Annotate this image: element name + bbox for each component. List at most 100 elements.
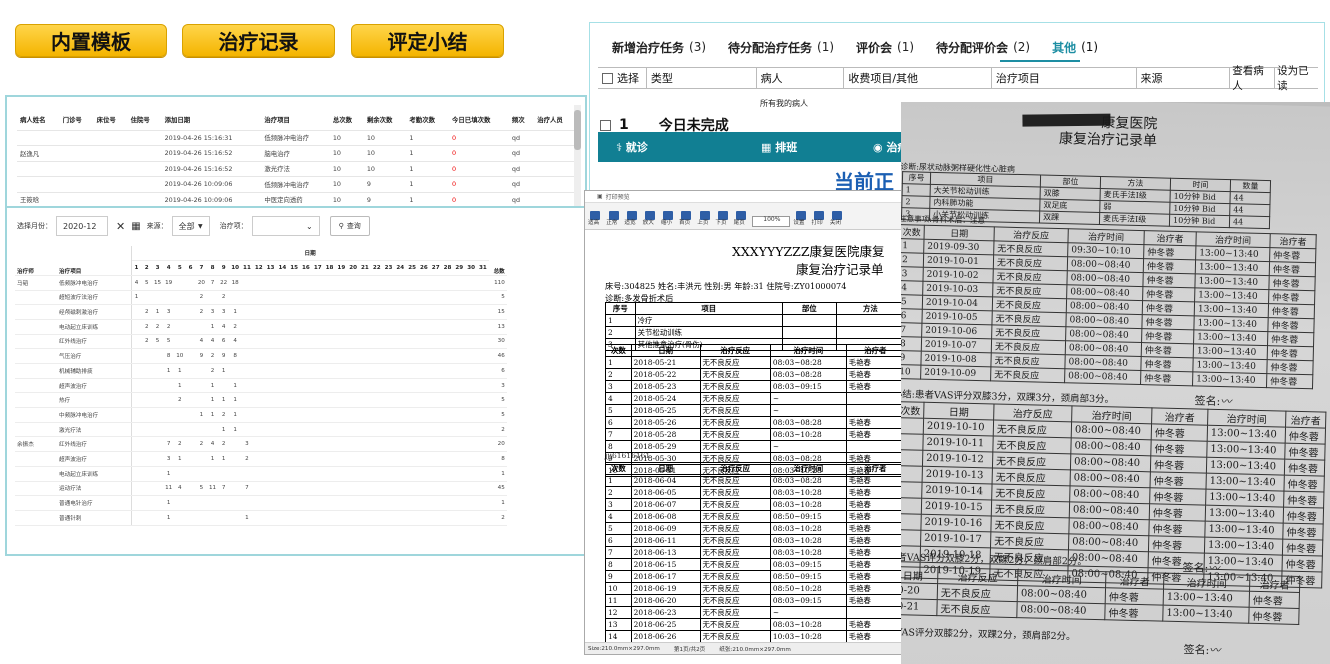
select-all-checkbox[interactable] [602,72,613,84]
task-tab[interactable]: 待分配评价会 [936,39,1008,56]
toolbar-button[interactable]: 缩小 [661,211,676,227]
month-input[interactable]: 2020-12 [56,216,108,236]
day-cell [370,392,383,409]
day-cell [185,495,196,511]
toolbar-button[interactable]: 尾页 [734,211,749,227]
nav-schedule[interactable]: ▦ 排班 [693,139,873,155]
table-row[interactable]: 2019-04-26 15:16:52 激光疗法 10 10 1 0 qd [17,160,577,177]
day-cell: 1 [218,451,230,467]
day-cell: 1 [174,378,186,394]
day-cell [241,290,253,306]
day-cell [429,275,442,291]
task-tab[interactable]: 其他 [1052,39,1076,56]
treatment-list-scrollbar[interactable] [574,105,581,209]
day-cell [131,466,142,482]
task-tab[interactable]: 新增治疗任务 [612,39,684,56]
table-row: 电动起立床训练 1 1 [15,466,507,482]
table-cell [93,176,128,192]
tab-evaluation-summary[interactable]: 评定小结 [351,24,504,57]
table-cell: 08:00~08:40 [1070,437,1152,456]
table-cell: 1 [901,238,925,254]
table-cell: 2019-10-10 [923,418,994,436]
toolbar-button[interactable]: 设置 [793,211,808,227]
toolbar-button[interactable]: 首页 [679,211,694,227]
item-select[interactable]: ⌄ [251,216,320,236]
table-row[interactable]: 2019-04-26 10:09:06 低频脉冲电治疗 10 9 1 0 qd [17,176,577,192]
table-cell: 10 [901,364,921,380]
table-cell: 2018-05-25 [630,404,701,417]
table-cell: 2 [901,195,931,209]
clear-x-icon[interactable]: ✕ [116,220,125,233]
total-cell: 2 [488,422,507,438]
day-cell [347,290,360,306]
column-type: 类型 [645,68,756,88]
table-row[interactable]: 2019-04-26 15:16:31 低频脉冲电治疗 10 10 1 0 qd [17,129,577,146]
day-cell [347,451,360,467]
task-tabs: 新增治疗任务 (3) 待分配治疗任务 (1) 评价会 (1) 待分配评价会 (2) 其他 (1) [612,37,1120,57]
source-label: 来源： [146,222,168,230]
column-header: 门诊号 [62,115,82,124]
select-all-column[interactable]: 选择 [598,68,646,88]
day-header: 31 [476,260,489,276]
day-cell [195,363,207,379]
column-header: 治疗时间 [1071,405,1152,424]
table-cell: 仲冬蓉 [1142,286,1195,302]
table-cell: 仲冬蓉 [1283,507,1324,525]
query-button-label: 查询 [346,222,361,230]
day-cell [131,392,142,409]
row-checkbox[interactable] [600,119,611,131]
total-cell: 5 [488,290,507,306]
day-cell: 6 [218,334,230,350]
day-cell [252,510,265,526]
table-cell: 低频脉冲电治疗 [261,129,330,146]
table-cell: 毛艳春 [845,558,905,571]
toolbar-button[interactable]: 上页 [697,211,712,227]
day-cell: 8 [163,348,175,364]
table-cell: 脑电治疗 [261,145,330,161]
task-tab[interactable]: 待分配治疗任务 [728,39,812,56]
toolbar-button[interactable]: 放大 [643,211,658,227]
tab-builtin-template[interactable]: 内置模板 [15,24,167,57]
toolbar-button-label: 放大 [642,220,654,227]
table-cell: 2018-05-21 [630,356,701,369]
day-cell [229,290,242,306]
nav-visit[interactable]: ⚕ 就诊 [598,139,693,155]
query-button[interactable]: ⚲ 查询 [329,216,370,236]
toolbar-button[interactable]: 关闭 [830,211,845,227]
column-header: 治疗项目 [264,115,290,124]
table-cell: 仲冬蓉 [1268,275,1316,291]
day-cell [453,510,466,526]
toolbar-button[interactable]: 适宽 [624,211,639,227]
toolbar-button[interactable]: 适高 [588,211,603,227]
table-row[interactable]: 赵逸凡 2019-04-26 15:16:52 脑电治疗 10 10 1 0 qd [17,145,577,161]
task-tab[interactable]: 评价会 [856,39,892,56]
day-cell [382,451,395,467]
table-cell: 无不良反应 [699,440,771,453]
table-row: 运动疗法 11 4 5 11 7 7 45 [15,481,507,497]
table-cell [845,606,905,619]
toolbar-button[interactable]: 正常 [606,211,621,227]
day-cell [394,319,407,335]
tab-treatment-record[interactable]: 治疗记录 [182,24,335,57]
column-header: 治疗人员 [537,115,563,124]
table-cell: 08:00~08:40 [1070,469,1151,488]
day-cell [465,407,477,423]
table-cell: 无不良反应 [699,558,771,571]
day-cell [335,510,348,526]
toolbar-button[interactable]: 下页 [715,211,730,227]
day-cell [453,319,466,335]
day-cell: 18 [229,275,242,291]
table-cell: 08:03~08:28 [769,368,847,381]
month-label: 选择月份： [17,222,52,230]
day-cell [418,451,430,467]
day-cell [252,451,265,467]
source-select[interactable]: 全部 ▼ [171,216,210,236]
day-cell [394,275,407,291]
paper-summary-3: 者VAS评分双膝2分，双踝2分，颈肩部2分。 [901,626,1076,643]
zoom-select[interactable]: 100% [751,216,790,227]
day-cell [323,334,336,350]
day-cell [359,392,371,409]
stethoscope-icon: ⚕ [616,141,626,154]
calendar-icon[interactable]: ▦ [131,221,140,232]
toolbar-button[interactable]: 打印 [812,211,827,227]
